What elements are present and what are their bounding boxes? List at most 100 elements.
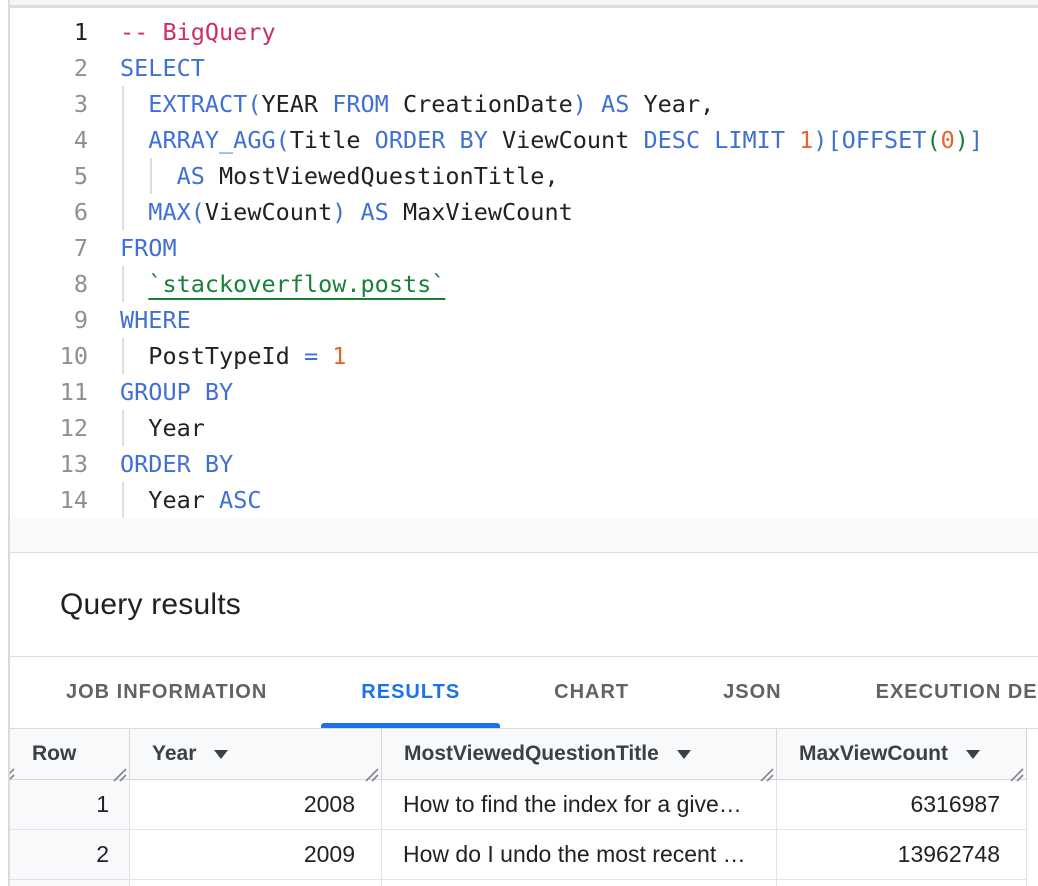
line-number: 11 [10, 374, 88, 410]
tab-label: JSON [723, 681, 781, 704]
code-token: Year [120, 414, 205, 442]
code-text: Year ASC [120, 482, 262, 518]
column-label: Row [32, 742, 76, 766]
code-token: ViewCount [488, 126, 644, 154]
column-header-mostviewedquestiontitle[interactable]: MostViewedQuestionTitle [382, 729, 777, 779]
column-label: Year [152, 742, 196, 766]
tab-label: EXECUTION DETAILS [876, 681, 1038, 704]
tab-label: CHART [554, 681, 629, 704]
column-resize-grip[interactable] [759, 764, 774, 779]
code-token: ORDER BY [375, 126, 488, 154]
cell-maxviewcount: 6316987 [777, 780, 1027, 829]
indent-guide [122, 338, 124, 374]
line-number: 6 [10, 194, 88, 230]
code-token: GROUP BY [120, 378, 233, 406]
column-menu-arrow-icon[interactable] [677, 750, 691, 759]
code-line[interactable]: 7 FROM [10, 230, 1038, 266]
code-token: Year, [629, 90, 714, 118]
code-text: ARRAY_AGG(Title ORDER BY ViewCount DESC … [120, 122, 983, 158]
code-token [120, 162, 177, 190]
code-token: ] [969, 126, 983, 154]
indent-guide [122, 122, 124, 158]
code-line[interactable]: 1 -- BigQuery [10, 14, 1038, 50]
code-text: Year [120, 410, 205, 446]
tab-results[interactable]: RESULTS [321, 657, 500, 728]
code-text: ORDER BY [120, 446, 233, 482]
active-tab-indicator [321, 723, 500, 728]
cell-mostviewedquestiontitle: How do I undo the most recent … [382, 830, 777, 879]
tab-chart[interactable]: CHART [514, 657, 669, 728]
table-reference-link[interactable]: `stackoverflow.posts` [148, 270, 445, 298]
code-line[interactable]: 14 Year ASC [10, 482, 1038, 518]
code-text: AS MostViewedQuestionTitle, [120, 158, 559, 194]
code-line[interactable]: 4 ARRAY_AGG(Title ORDER BY ViewCount DES… [10, 122, 1038, 158]
cell-row [10, 880, 130, 886]
code-line[interactable]: 2SELECT [10, 50, 1038, 86]
line-number: 5 [10, 158, 88, 194]
code-token: FROM [120, 234, 177, 262]
code-token: AS [177, 162, 205, 190]
indent-guide [122, 194, 124, 230]
results-tab-bar: JOB INFORMATION RESULTS CHART JSON EXECUTION… [10, 657, 1038, 729]
code-token: ) AS [573, 90, 630, 118]
column-header-year[interactable]: Year [130, 729, 382, 779]
column-resize-grip[interactable] [1009, 764, 1024, 779]
code-token: ORDER BY [120, 450, 233, 478]
column-menu-arrow-icon[interactable] [966, 750, 980, 759]
column-menu-arrow-icon[interactable] [214, 750, 228, 759]
code-line[interactable]: 12 Year [10, 410, 1038, 446]
tab-json[interactable]: JSON [683, 657, 821, 728]
code-token: WHERE [120, 306, 191, 334]
code-token: EXTRACT( [148, 90, 261, 118]
code-text: FROM [120, 230, 177, 266]
code-token [120, 126, 148, 154]
line-number: 4 [10, 122, 88, 158]
code-token: YEAR [261, 90, 332, 118]
code-line[interactable]: 10 PostTypeId = 1 [10, 338, 1038, 374]
line-number: 10 [10, 338, 88, 374]
column-resize-grip[interactable] [10, 764, 15, 779]
code-text: -- BigQuery [120, 14, 276, 50]
sql-editor[interactable]: 1 -- BigQuery2SELECT3 EXTRACT(YEAR FROM C… [10, 8, 1038, 553]
line-number: 13 [10, 446, 88, 482]
code-line[interactable]: 6 MAX(ViewCount) AS MaxViewCount [10, 194, 1038, 230]
code-token: ViewCount [205, 198, 332, 226]
tab-label: JOB INFORMATION [66, 681, 267, 704]
indent-guide [122, 158, 124, 194]
code-token: FROM [332, 90, 389, 118]
line-number: 7 [10, 230, 88, 266]
code-token: ASC [219, 486, 261, 514]
code-line[interactable]: 11 GROUP BY [10, 374, 1038, 410]
indent-guide [150, 158, 152, 194]
code-token: )[OFFSET [813, 126, 926, 154]
tab-execution-details[interactable]: EXECUTION DETAILS [836, 657, 1038, 728]
line-number: 1 [10, 14, 88, 50]
line-number: 14 [10, 482, 88, 518]
line-number: 8 [10, 266, 88, 302]
cell-row: 1 [10, 780, 130, 829]
code-token: ( [926, 126, 940, 154]
results-table: Row Year MostViewedQuestionTitleMaxViewCou… [10, 729, 1027, 886]
column-header-maxviewcount[interactable]: MaxViewCount [777, 729, 1027, 779]
cell-year: 2009 [130, 830, 382, 879]
code-token: MaxViewCount [389, 198, 573, 226]
code-line[interactable]: 8 `stackoverflow.posts` [10, 266, 1038, 302]
code-token: CreationDate [389, 90, 573, 118]
code-token: = [304, 342, 332, 370]
line-number: 12 [10, 410, 88, 446]
code-line[interactable]: 9WHERE [10, 302, 1038, 338]
code-token: ARRAY_AGG( [148, 126, 289, 154]
cell-mostviewedquestiontitle [382, 880, 777, 886]
code-token: SELECT [120, 54, 205, 82]
column-resize-grip[interactable] [112, 764, 127, 779]
code-text: `stackoverflow.posts` [120, 266, 445, 302]
table-row-partial [10, 880, 1027, 886]
column-resize-grip[interactable] [364, 764, 379, 779]
code-line[interactable]: 5 AS MostViewedQuestionTitle, [10, 158, 1038, 194]
code-token: 0 [941, 126, 955, 154]
line-number: 3 [10, 86, 88, 122]
tab-job-information[interactable]: JOB INFORMATION [26, 657, 307, 728]
code-line[interactable]: 3 EXTRACT(YEAR FROM CreationDate) AS Yea… [10, 86, 1038, 122]
code-line[interactable]: 13 ORDER BY [10, 446, 1038, 482]
cell-mostviewedquestiontitle: How to find the index for a give… [382, 780, 777, 829]
